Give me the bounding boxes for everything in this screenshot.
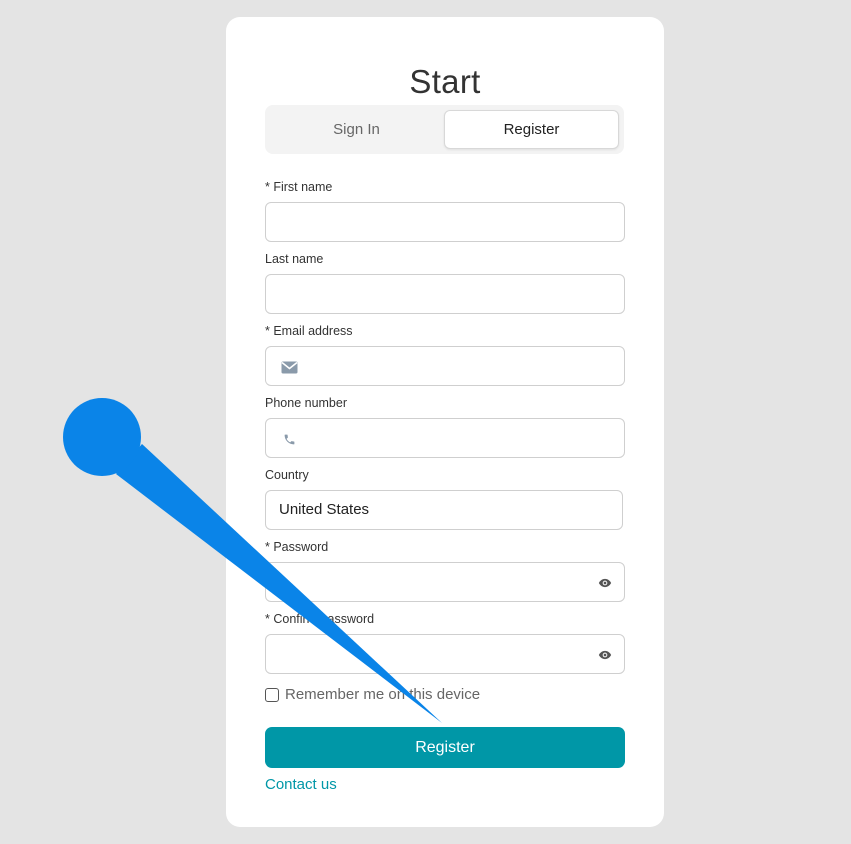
remember-checkbox[interactable] [265, 687, 279, 702]
pointer-dot [63, 398, 141, 476]
last-name-label: Last name [265, 252, 324, 266]
auth-tabs: Sign In Register [265, 105, 624, 154]
country-value: United States [279, 501, 370, 518]
tab-sign-in[interactable]: Sign In [269, 110, 444, 149]
contact-us-link[interactable]: Contact us [265, 776, 337, 793]
password-label: * Password [265, 540, 329, 554]
eye-icon[interactable] [598, 648, 612, 662]
password-field[interactable] [265, 562, 625, 602]
confirm-password-label: * Confirm password [265, 612, 375, 626]
register-card: Start Sign In Register * First name Last… [226, 17, 664, 827]
page-title: Start [409, 63, 481, 100]
remember-me: Remember me on this device [265, 686, 480, 703]
last-name-field[interactable] [265, 274, 625, 314]
register-button[interactable]: Register [265, 727, 625, 768]
country-label: Country [265, 468, 309, 482]
email-field[interactable] [265, 346, 625, 386]
envelope-icon [280, 358, 298, 376]
country-select[interactable]: United States [265, 490, 623, 530]
eye-icon[interactable] [598, 576, 612, 590]
tab-register[interactable]: Register [444, 110, 619, 149]
email-label: * Email address [265, 324, 353, 338]
phone-icon [280, 430, 298, 448]
phone-field[interactable] [265, 418, 625, 458]
remember-label[interactable]: Remember me on this device [285, 686, 480, 703]
first-name-field[interactable] [265, 202, 625, 242]
phone-label: Phone number [265, 396, 348, 410]
page: Start Sign In Register * First name Last… [0, 0, 851, 844]
confirm-password-field[interactable] [265, 634, 625, 674]
first-name-label: * First name [265, 180, 333, 194]
